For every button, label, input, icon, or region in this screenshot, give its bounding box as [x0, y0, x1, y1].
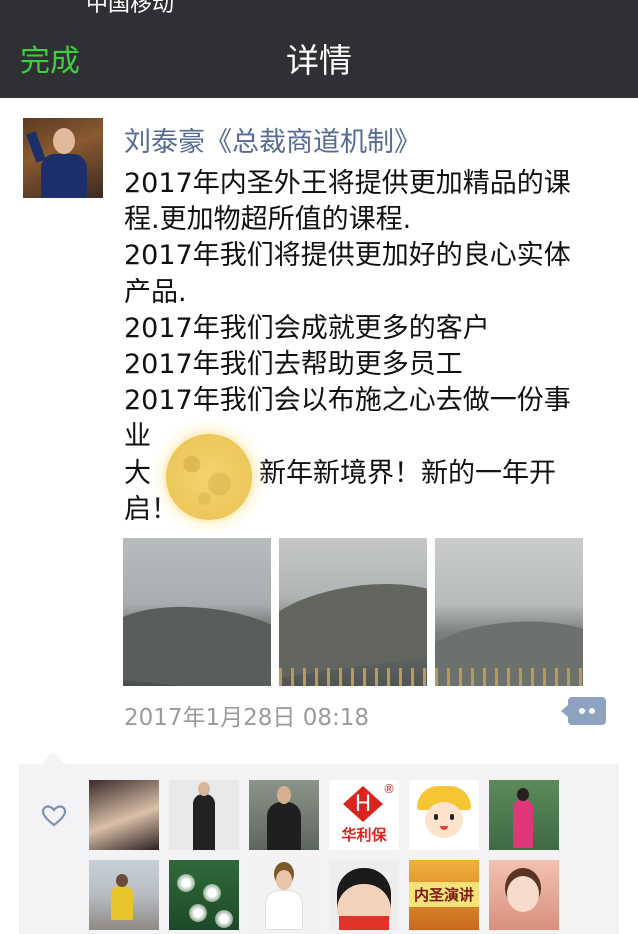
liker-avatar-text: 华利保	[341, 826, 387, 844]
liker-avatar-1[interactable]	[89, 780, 159, 850]
liker-avatar-text: 内圣演讲	[409, 882, 479, 907]
post-text-line: 2017年我们将提供更加好的良心实体	[124, 240, 571, 272]
likes-panel: H ® 华利保 内圣演讲	[19, 752, 619, 934]
status-bar-carrier: 中国移动	[86, 0, 175, 17]
post-photo-1[interactable]	[123, 538, 271, 686]
post-text-line: 2017年内圣外王将提供更加精品的课	[124, 168, 571, 199]
brand-logo-icon: H	[343, 786, 383, 822]
liker-avatar-3[interactable]	[249, 780, 319, 850]
post-text-line: 产品.	[124, 276, 187, 308]
post-text-line: 2017年我们会以布施之心去做一份事	[124, 385, 571, 417]
comment-dot-icon	[589, 708, 595, 714]
post-text-line: 程.更加物超所值的课程.	[124, 204, 412, 236]
post-text-line: 2017年我们去帮助更多员工	[124, 349, 463, 381]
liker-avatar-7[interactable]	[89, 860, 159, 930]
liker-avatar-8[interactable]	[169, 860, 239, 930]
liker-avatar-12[interactable]	[489, 860, 559, 930]
registered-mark: ®	[383, 782, 395, 796]
liker-avatar-9[interactable]	[249, 860, 319, 930]
post-photo-2[interactable]	[279, 538, 427, 686]
page-title: 详情	[286, 41, 352, 80]
liker-avatar-11[interactable]: 内圣演讲	[409, 860, 479, 930]
heart-icon	[41, 805, 67, 827]
liker-avatar-4[interactable]: H ® 华利保	[329, 780, 399, 850]
author-name[interactable]: 刘泰豪《总裁商道机制》	[124, 120, 421, 159]
moon-emoji	[150, 418, 268, 536]
post-text-line: 2017年我们会成就更多的客户	[124, 312, 490, 344]
comment-button[interactable]	[561, 697, 606, 725]
liker-avatar-6[interactable]	[489, 780, 559, 850]
post-photo-3[interactable]	[435, 538, 583, 686]
liker-avatar-2[interactable]	[169, 780, 239, 850]
liker-avatar-10[interactable]	[329, 860, 399, 930]
navigation-bar: 中国移动 完成 详情	[0, 0, 638, 98]
post-timestamp: 2017年1月28日 08:18	[124, 705, 370, 731]
liker-avatar-5[interactable]	[409, 780, 479, 850]
comment-dot-icon	[579, 708, 585, 714]
author-avatar[interactable]	[23, 118, 103, 198]
